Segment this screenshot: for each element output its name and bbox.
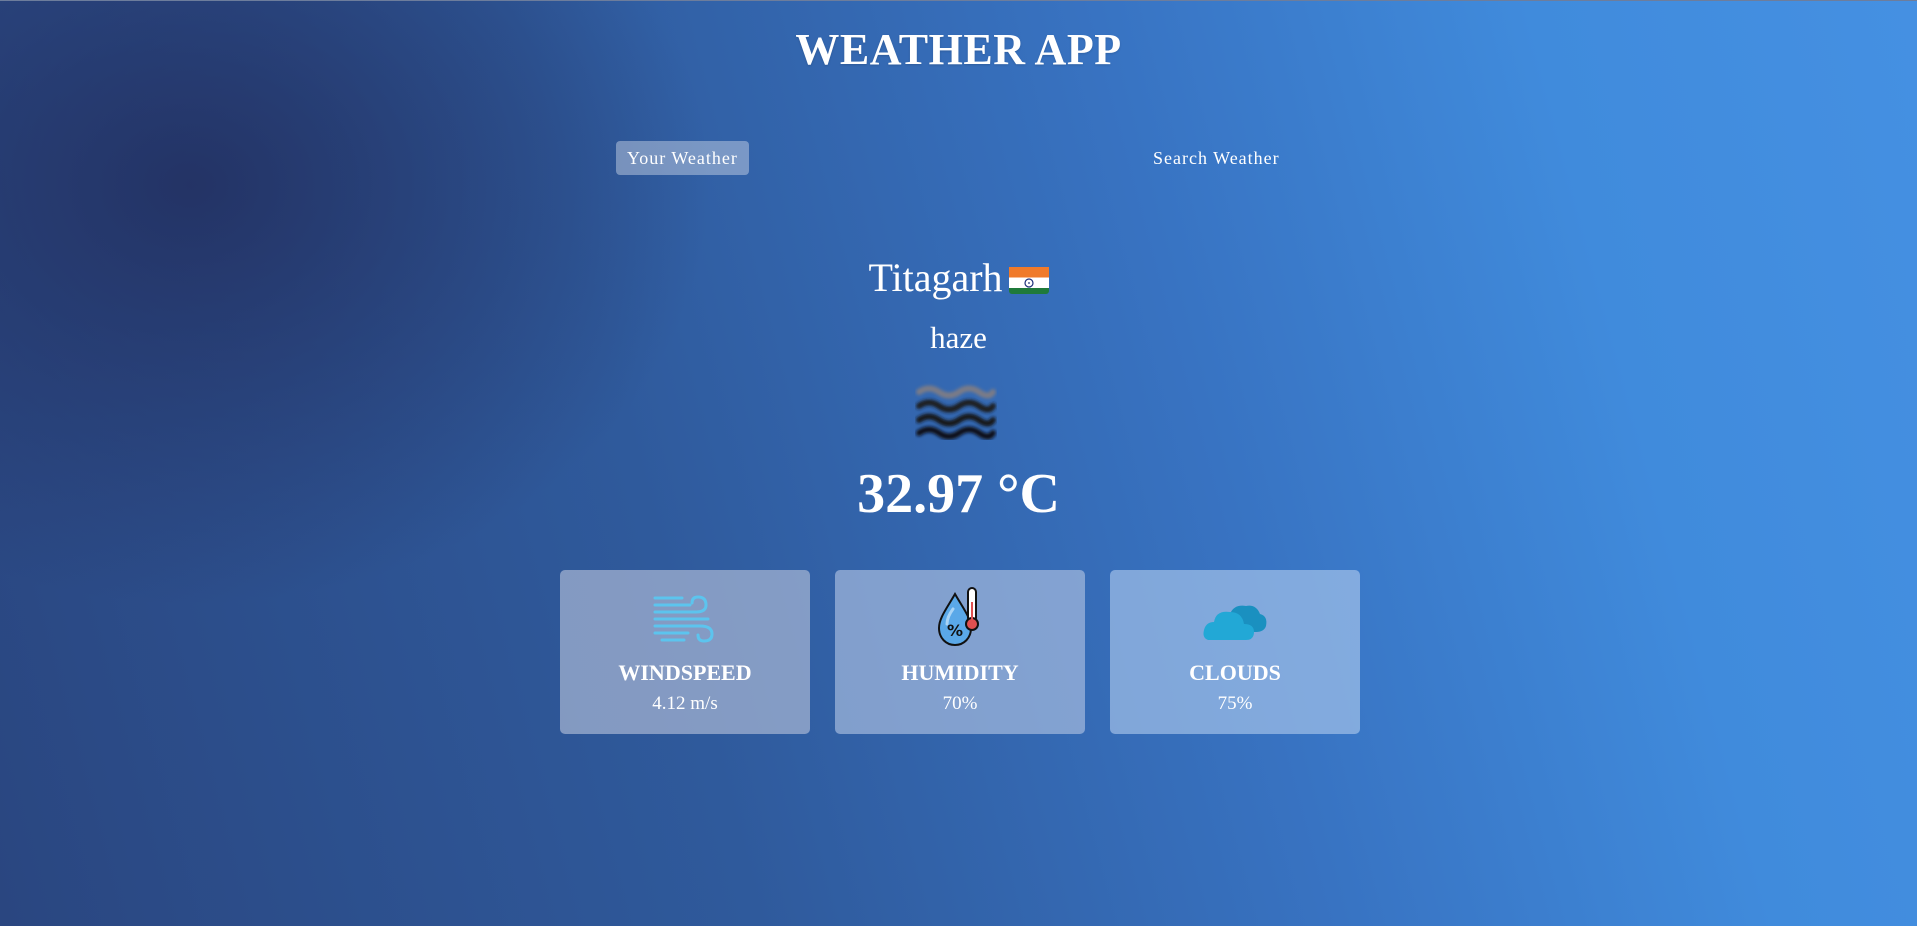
city-heading: Titagarh (0, 254, 1917, 301)
wind-icon (560, 592, 810, 650)
clouds-label: CLOUDS (1189, 660, 1281, 685)
windspeed-value: 4.12 m/s (652, 693, 718, 714)
clouds-card: CLOUDS 75% (1110, 570, 1360, 734)
india-flag-icon (1008, 262, 1049, 294)
tab-bar: Your Weather Search Weather (0, 141, 1917, 175)
city-name: Titagarh (868, 255, 1003, 300)
tab-search-weather[interactable]: Search Weather (1142, 141, 1291, 175)
app-title: WEATHER APP (795, 25, 1122, 74)
svg-text:%: % (947, 621, 963, 640)
weather-description: haze (930, 320, 987, 355)
humidity-card: % HUMIDITY 70% (835, 570, 1085, 734)
windspeed-label: WINDSPEED (618, 660, 752, 685)
humidity-drop-icon: % (835, 587, 1085, 650)
haze-icon (915, 382, 997, 440)
clouds-value: 75% (1217, 693, 1253, 714)
windspeed-card: WINDSPEED 4.12 m/s (560, 570, 810, 734)
temperature-value: 32.97 °C (857, 463, 1060, 525)
cloud-icon (1110, 592, 1360, 650)
humidity-value: 70% (942, 693, 978, 714)
humidity-label: HUMIDITY (901, 660, 1019, 685)
window-top-border (0, 0, 1917, 1)
tab-your-weather[interactable]: Your Weather (616, 141, 749, 175)
